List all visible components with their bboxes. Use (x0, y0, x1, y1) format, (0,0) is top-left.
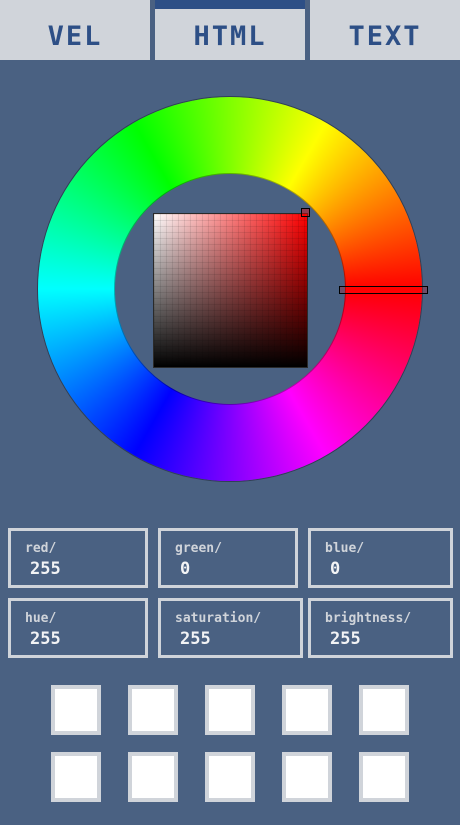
tab-label: HTML (193, 21, 267, 52)
blue-field[interactable]: blue/ (308, 528, 453, 588)
swatch-10[interactable] (359, 752, 409, 802)
tab-label: TEXT (348, 21, 422, 52)
swatch-9[interactable] (282, 752, 332, 802)
hue-label: hue/ (25, 611, 57, 626)
swatch-5[interactable] (359, 685, 409, 735)
swatch-1[interactable] (51, 685, 101, 735)
sv-handle[interactable] (301, 208, 310, 217)
saturation-brightness-square[interactable] (153, 213, 308, 368)
brightness-label: brightness/ (325, 611, 412, 626)
red-label: red/ (25, 541, 57, 556)
swatch-6[interactable] (51, 752, 101, 802)
saturation-field[interactable]: saturation/ (158, 598, 303, 658)
sv-grid-overlay (154, 214, 307, 367)
blue-input[interactable] (330, 559, 440, 579)
swatch-2[interactable] (128, 685, 178, 735)
tab-label: VEL (47, 21, 103, 52)
swatch-7[interactable] (128, 752, 178, 802)
tab-vel[interactable]: VEL (0, 0, 150, 60)
swatch-8[interactable] (205, 752, 255, 802)
saturation-input[interactable] (180, 629, 290, 649)
green-field[interactable]: green/ (158, 528, 298, 588)
color-wheel (38, 97, 428, 481)
hue-input[interactable] (30, 629, 140, 649)
brightness-field[interactable]: brightness/ (308, 598, 453, 658)
red-field[interactable]: red/ (8, 528, 148, 588)
tab-text[interactable]: TEXT (310, 0, 460, 60)
hue-field[interactable]: hue/ (8, 598, 148, 658)
swatch-4[interactable] (282, 685, 332, 735)
tab-bar: VEL HTML TEXT (0, 0, 460, 60)
hue-handle[interactable] (339, 286, 428, 294)
brightness-input[interactable] (330, 629, 440, 649)
red-input[interactable] (30, 559, 140, 579)
blue-label: blue/ (325, 541, 365, 556)
green-label: green/ (175, 541, 222, 556)
tab-html[interactable]: HTML (155, 0, 305, 60)
saturation-label: saturation/ (175, 611, 262, 626)
swatch-3[interactable] (205, 685, 255, 735)
green-input[interactable] (180, 559, 290, 579)
